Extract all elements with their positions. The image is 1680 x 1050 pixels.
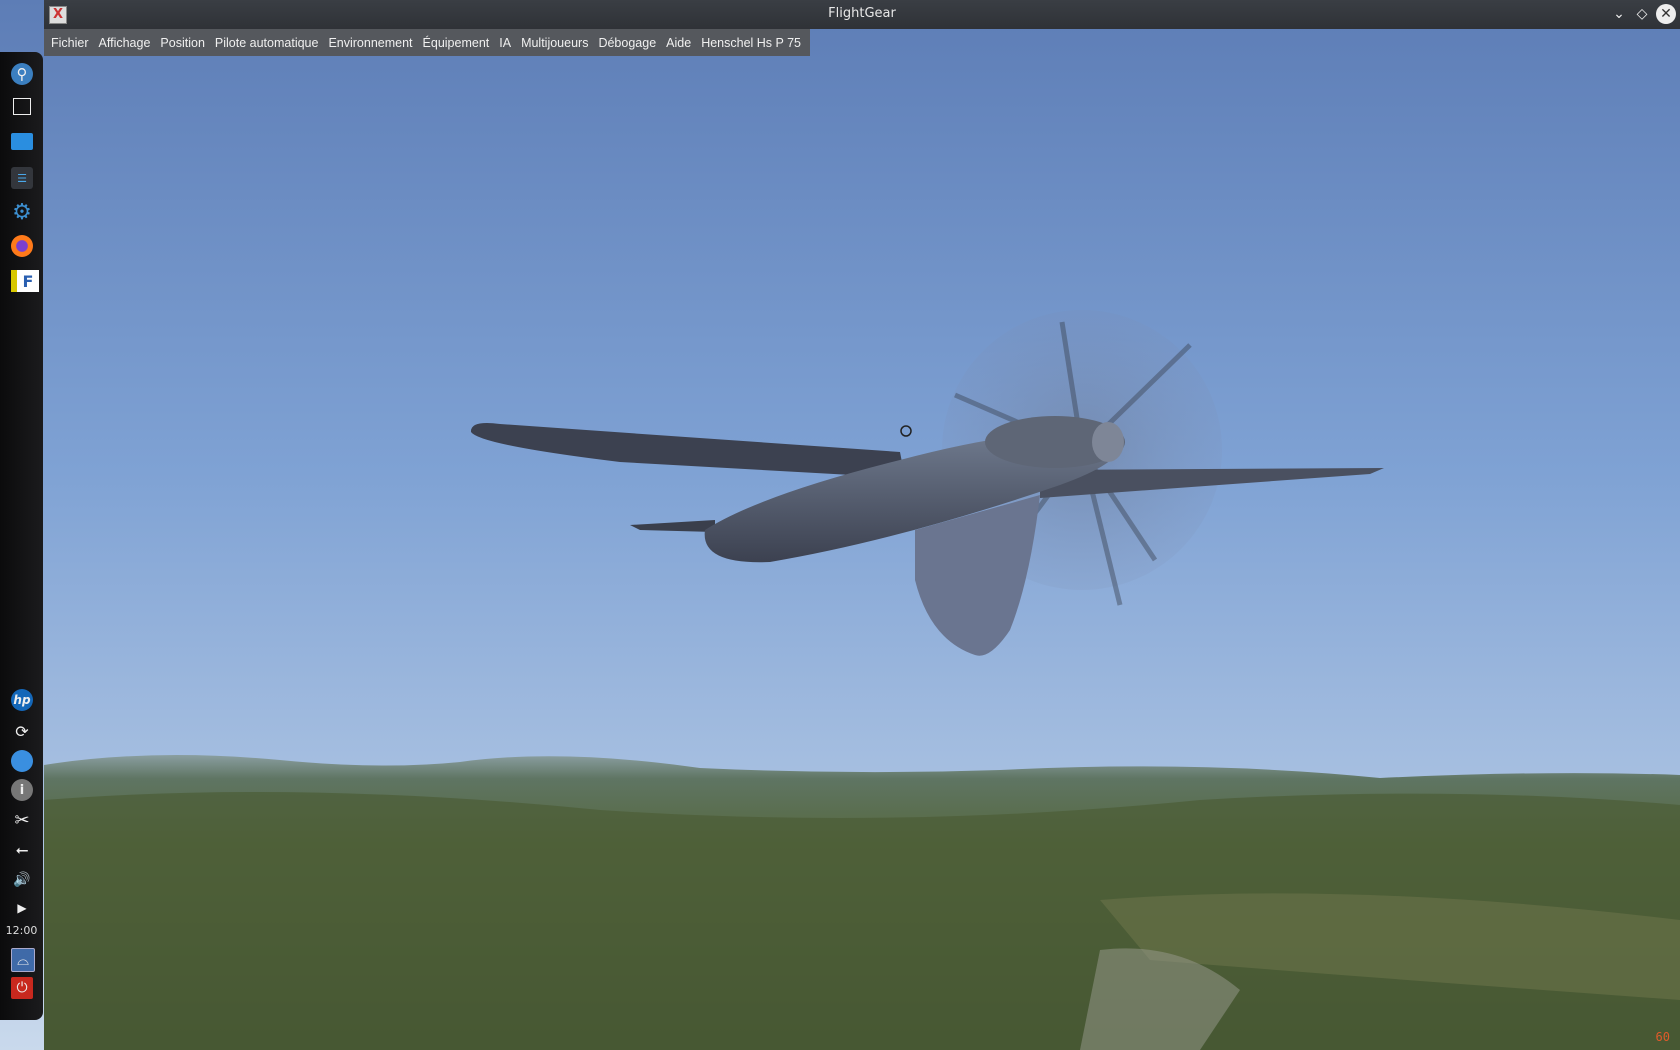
settings-icon[interactable]: ☰ [11, 167, 33, 189]
firefox-icon[interactable] [11, 235, 33, 257]
power-icon[interactable]: ⏻ [11, 977, 33, 999]
menu-multijoueurs[interactable]: Multijoueurs [516, 36, 593, 50]
menu-pilote-automatique[interactable]: Pilote automatique [210, 36, 324, 50]
fps-counter: 60 [1655, 1030, 1670, 1044]
menu-aide[interactable]: Aide [661, 36, 696, 50]
terrain [44, 755, 1680, 1050]
screenshot-scissors-icon[interactable]: ✂ [11, 809, 33, 831]
system-settings-gear-icon[interactable]: ⚙ [11, 200, 33, 225]
menu-bar: Fichier Affichage Position Pilote automa… [44, 29, 811, 56]
side-dock: ⚲ ☰ ⚙ F hp ⟳ i ✂ ⭠ 🔊 ▶ 12:00 ⌓ ⏻ [0, 52, 43, 1020]
close-icon[interactable]: ✕ [1656, 4, 1676, 24]
hp-icon[interactable]: hp [11, 689, 33, 711]
menu-affichage[interactable]: Affichage [94, 36, 156, 50]
file-manager-icon[interactable] [11, 133, 33, 150]
usb-icon[interactable]: ⭠ [11, 839, 33, 861]
maximize-diamond-icon[interactable]: ◇ [1632, 4, 1652, 24]
app-launcher-icon[interactable]: ⚲ [11, 63, 33, 85]
lock-screen-icon[interactable]: ⌓ [11, 948, 35, 972]
flightgear-icon[interactable]: F [11, 270, 39, 292]
expand-arrow-icon[interactable]: ▶ [11, 897, 33, 919]
update-icon[interactable]: ⟳ [11, 720, 33, 742]
menu-equipement[interactable]: Équipement [418, 36, 495, 50]
menu-aircraft[interactable]: Henschel Hs P 75 [696, 36, 806, 50]
desktop-icon[interactable] [13, 98, 31, 115]
volume-icon[interactable]: 🔊 [11, 869, 33, 891]
clock[interactable]: 12:00 [0, 924, 43, 937]
info-icon[interactable]: i [11, 779, 33, 801]
menu-ia[interactable]: IA [494, 36, 516, 50]
minimize-chevron-icon[interactable]: ⌄ [1609, 4, 1629, 24]
menu-fichier[interactable]: Fichier [46, 36, 94, 50]
window-titlebar[interactable]: X FlightGear ⌄ ◇ ✕ [44, 0, 1680, 29]
window-title: FlightGear [828, 6, 896, 21]
flight-scene-viewport[interactable] [0, 0, 1680, 1050]
menu-position[interactable]: Position [155, 36, 209, 50]
menu-debogage[interactable]: Débogage [593, 36, 661, 50]
menu-environnement[interactable]: Environnement [323, 36, 417, 50]
network-icon[interactable] [11, 750, 33, 772]
